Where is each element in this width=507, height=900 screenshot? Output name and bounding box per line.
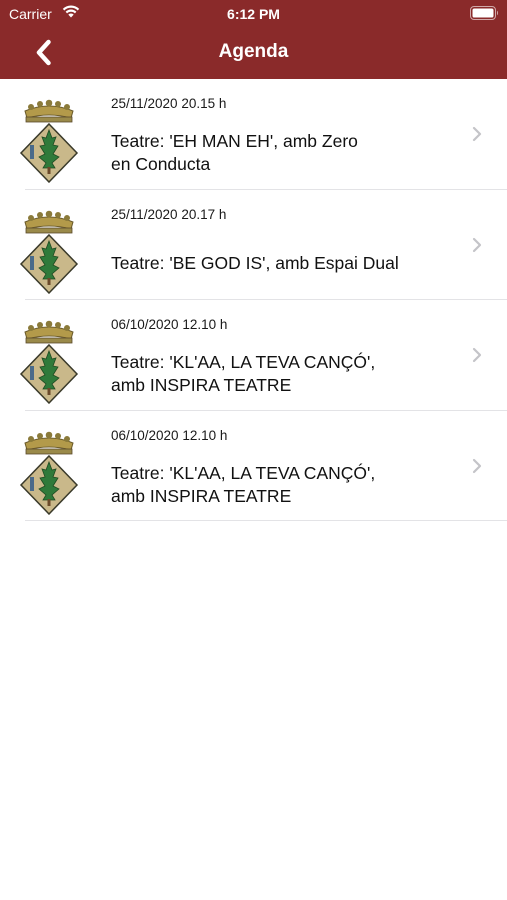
app-header: Carrier 6:12 PM Agenda [0,0,507,79]
status-bar: Carrier 6:12 PM [0,0,507,28]
list-item[interactable]: 25/11/2020 20.17 h Teatre: 'BE GOD IS', … [0,190,507,300]
event-title-line: Teatre: 'KL'AA, LA TEVA CANÇÓ', [111,462,376,483]
event-title-line: Teatre: 'BE GOD IS', amb Espai Dual [111,252,399,273]
chevron-right-icon [472,458,482,473]
chevron-right-icon [472,347,482,363]
event-title-line: amb INSPIRA TEATRE [111,375,292,395]
event-title: Teatre: 'KL'AA, LA TEVA CANÇÓ', amb INSP… [111,351,441,397]
battery-icon [470,6,498,20]
status-time: 6:12 PM [227,6,280,22]
page-title: Agenda [218,41,289,62]
coat-of-arms-icon [19,210,79,294]
event-title-line: en Conducta [111,154,211,174]
event-date: 06/10/2020 12.10 h [111,427,228,443]
event-title-line: Teatre: 'EH MAN EH', amb Zero [111,131,358,151]
event-title: Teatre: 'EH MAN EH', amb Zero en Conduct… [111,130,441,176]
coat-of-arms-icon [19,99,79,183]
event-title-line: Teatre: 'KL'AA, LA TEVA CANÇÓ', [111,352,376,372]
coat-of-arms-icon [19,320,79,404]
event-date: 06/10/2020 12.10 h [111,317,228,332]
list-item[interactable]: 06/10/2020 12.10 h Teatre: 'KL'AA, LA TE… [0,411,507,521]
event-date: 25/11/2020 20.17 h [111,206,227,222]
event-title: Teatre: 'BE GOD IS', amb Espai Dual [111,252,471,275]
navigation-bar: Agenda [0,28,507,79]
agenda-list: 25/11/2020 20.15 h Teatre: 'EH MAN EH', … [0,79,507,521]
event-title-line: amb INSPIRA TEATRE [111,485,292,506]
event-date: 25/11/2020 20.15 h [111,96,227,111]
list-item[interactable]: 06/10/2020 12.10 h Teatre: 'KL'AA, LA TE… [0,300,507,411]
list-item[interactable]: 25/11/2020 20.15 h Teatre: 'EH MAN EH', … [0,79,507,190]
row-separator [25,520,507,521]
event-title: Teatre: 'KL'AA, LA TEVA CANÇÓ', amb INSP… [111,462,441,508]
chevron-right-icon [472,126,482,142]
chevron-right-icon [472,237,482,252]
coat-of-arms-icon [19,431,79,515]
